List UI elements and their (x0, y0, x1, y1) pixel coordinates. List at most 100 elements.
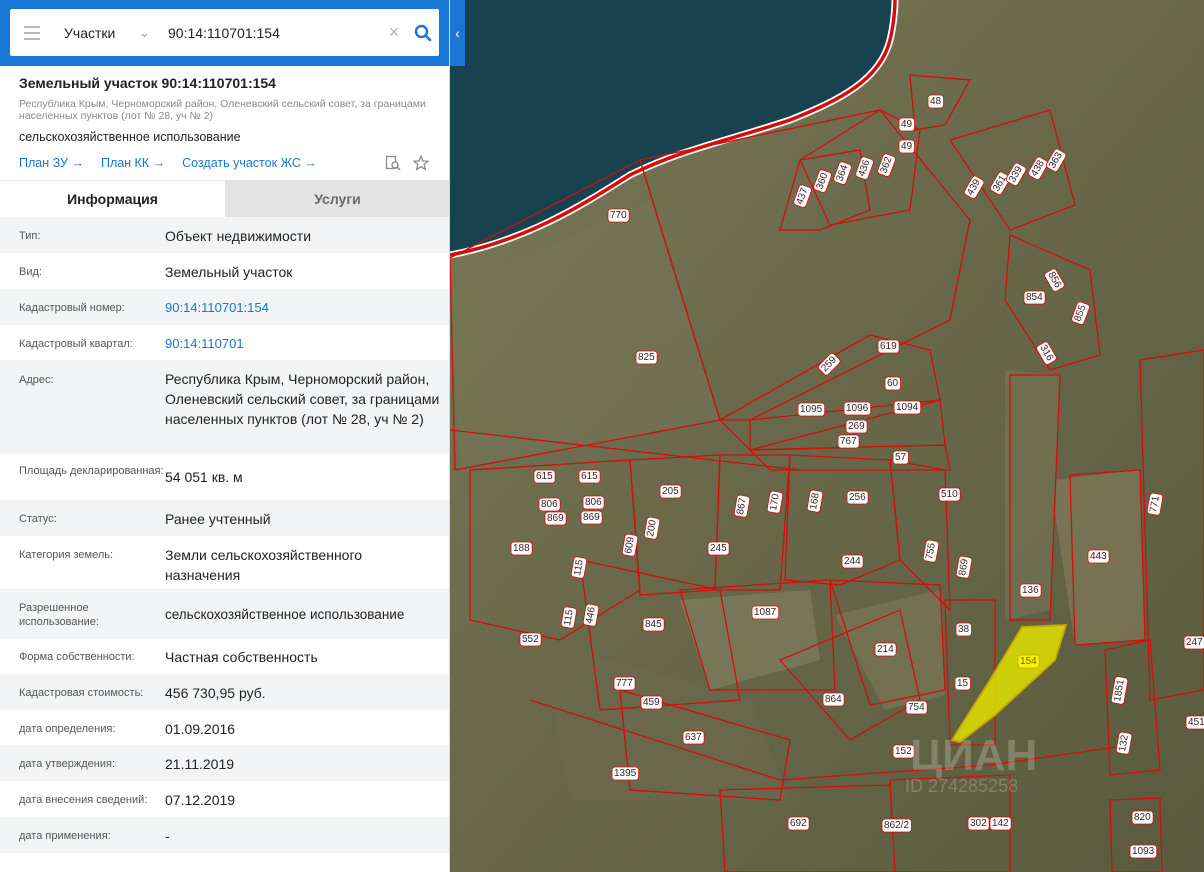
info-label: Категория земель: (19, 549, 114, 561)
tab-information[interactable]: Информация (0, 180, 225, 217)
hamburger-menu-icon[interactable] (10, 9, 54, 56)
parcel-label: 49 (901, 119, 913, 130)
parcel-label: 510 (941, 489, 958, 500)
info-row-entry-date: дата внесения сведений: 07.12.2019 (0, 781, 449, 817)
info-value: Земельный участок (165, 264, 293, 280)
info-value: Ранее учтенный (165, 511, 271, 527)
info-label: Адрес: (19, 374, 54, 386)
chevron-down-icon: ⌄ (139, 24, 150, 40)
info-row-approval-date: дата утверждения: 21.11.2019 (0, 745, 449, 781)
object-purpose: сельскохозяйственное использование (19, 130, 241, 144)
parcel-label: 214 (877, 644, 894, 655)
info-value: 21.11.2019 (165, 756, 235, 772)
parcel-label: 869 (547, 513, 564, 524)
info-value: Объект недвижимости (165, 228, 312, 244)
search-icon[interactable] (407, 9, 439, 56)
create-zhs-parcel-link[interactable]: Создать участок ЖС → (182, 156, 317, 170)
object-header: Земельный участок 90:14:110701:154 Респу… (0, 66, 449, 172)
parcel-label: 245 (710, 543, 727, 554)
cadastral-map[interactable]: 48 49 49 437 360 364 436 362 439 361 339… (450, 0, 1204, 872)
parcel-label: 451 (1188, 717, 1204, 728)
info-table: Тип: Объект недвижимости Вид: Земельный … (0, 217, 449, 853)
plan-zu-link[interactable]: План ЗУ → (19, 156, 84, 170)
parcel-label: 619 (880, 341, 897, 352)
parcel-label: 188 (513, 543, 530, 554)
info-value: Земли сельскохозяйственного назначения (165, 547, 363, 583)
parcel-label: 754 (908, 702, 925, 713)
parcel-label: 806 (541, 499, 558, 510)
parcel-label: 1087 (754, 607, 777, 618)
parcel-label: 136 (1022, 585, 1039, 596)
info-row-kind: Вид: Земельный участок (0, 253, 449, 289)
info-row-cadastral-value: Кадастровая стоимость: 456 730,95 руб. (0, 674, 449, 710)
parcel-label: 615 (536, 471, 553, 482)
watermark-text: ЦИАН (910, 731, 1037, 780)
info-label: Кадастровый квартал: (19, 338, 133, 350)
parcel-label: 443 (1090, 551, 1107, 562)
parcel-label: 60 (887, 378, 899, 389)
clear-icon[interactable]: × (381, 9, 407, 56)
info-row-application-date: дата применения: - (0, 817, 449, 853)
object-type-label: Участки (64, 24, 116, 41)
info-row-permitted-use: Разрешенное использование: сельскохозяйс… (0, 589, 449, 639)
cadastral-quarter-link[interactable]: 90:14:110701 (165, 334, 440, 360)
info-label: дата применения: (19, 830, 111, 842)
object-address: Республика Крым, Черноморский район, Оле… (19, 98, 426, 122)
parcel-label: 767 (840, 436, 857, 447)
parcel-label: 142 (992, 818, 1009, 829)
parcel-label: 615 (581, 471, 598, 482)
object-title: Земельный участок 90:14:110701:154 (19, 75, 276, 91)
parcel-label: 269 (848, 421, 865, 432)
parcel-label: 552 (522, 634, 539, 645)
parcel-label: 57 (895, 452, 907, 463)
info-row-area: Площадь декларированная: 54 051 кв. м (0, 454, 449, 500)
panel-tabs: Информация Услуги (0, 180, 449, 217)
parcel-label: 777 (616, 678, 633, 689)
parcel-label: 459 (643, 697, 660, 708)
parcel-label-selected: 154 (1020, 656, 1037, 667)
star-icon[interactable] (410, 154, 432, 172)
collapse-panel-chevron-icon[interactable]: ‹ (450, 0, 465, 66)
parcel-label: 1096 (846, 403, 869, 414)
info-label: Форма собственности: (19, 651, 135, 663)
parcel-label: 869 (583, 512, 600, 523)
info-value: 54 051 кв. м (165, 469, 243, 485)
map-canvas[interactable]: 48 49 49 437 360 364 436 362 439 361 339… (450, 0, 1204, 872)
parcel-label: 854 (1026, 292, 1043, 303)
info-value: сельскохозяйственное использование (165, 607, 405, 622)
info-label: дата внесения сведений: (19, 794, 148, 806)
info-panel: Участки ⌄ × Земельный участок 90:14:1107… (0, 0, 450, 872)
parcel-label: 862/2 (884, 820, 909, 831)
object-type-select[interactable]: Участки ⌄ (54, 9, 158, 56)
parcel-label: 48 (930, 96, 942, 107)
parcel-label: 864 (825, 694, 842, 705)
info-label: дата определения: (19, 723, 116, 735)
info-row-determination-date: дата определения: 01.09.2016 (0, 710, 449, 745)
parcel-label: 1093 (1132, 846, 1155, 857)
parcel-label: 1395 (614, 768, 637, 779)
cadastral-search-input[interactable] (158, 9, 381, 56)
info-row-ownership: Форма собственности: Частная собственнос… (0, 639, 449, 674)
plan-kk-link[interactable]: План КК → (101, 156, 165, 170)
parcel-label: 15 (957, 678, 969, 689)
info-row-type: Тип: Объект недвижимости (0, 217, 449, 253)
parcel-label: 845 (645, 619, 662, 630)
info-row-cadastral-quarter: Кадастровый квартал: 90:14:110701 (0, 325, 449, 360)
info-label: Кадастровая стоимость: (19, 687, 144, 699)
parcel-label: 770 (610, 210, 627, 221)
info-value: 456 730,95 руб. (165, 685, 266, 701)
parcel-label: 1094 (896, 402, 919, 413)
watermark-id: ID 274285258 (905, 776, 1018, 796)
parcel-label: 244 (844, 556, 861, 567)
parcel-label: 247 (1186, 637, 1203, 648)
info-label: Площадь декларированная: (19, 465, 164, 477)
parcel-label: 256 (849, 492, 866, 503)
info-row-status: Статус: Ранее учтенный (0, 500, 449, 536)
cadastral-number-link[interactable]: 90:14:110701:154 (165, 298, 440, 325)
parcel-label: 302 (970, 818, 987, 829)
tab-services[interactable]: Услуги (225, 180, 449, 217)
info-row-land-category: Категория земель: Земли сельскохозяйстве… (0, 536, 449, 589)
info-row-address: Адрес: Республика Крым, Черноморский рай… (0, 360, 449, 454)
parcel-label: 825 (638, 352, 655, 363)
document-search-icon[interactable] (382, 154, 404, 172)
